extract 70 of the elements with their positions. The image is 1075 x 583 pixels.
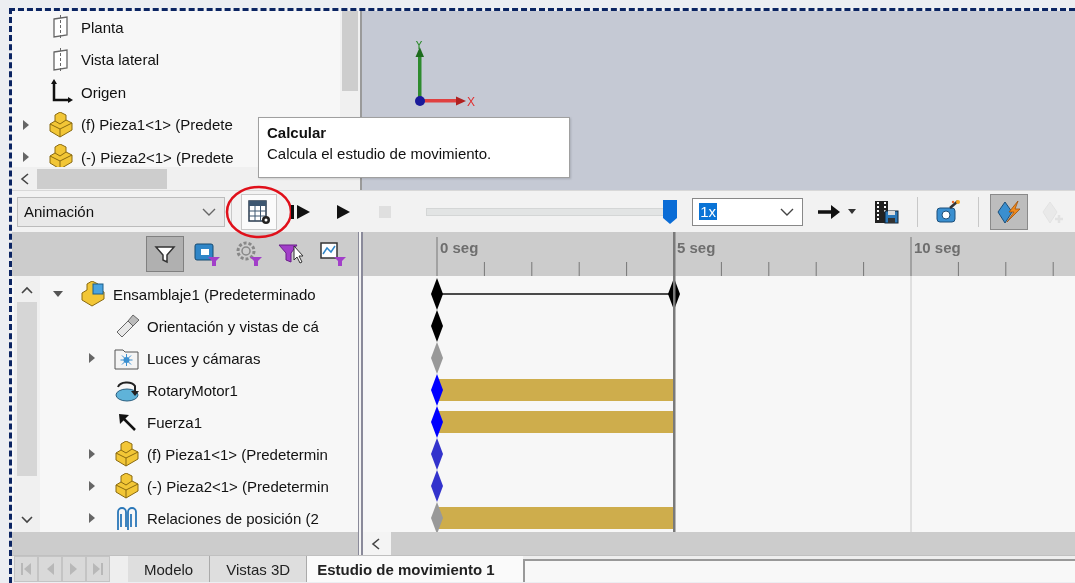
tree-item-label[interactable]: RotaryMotor1	[147, 381, 238, 399]
axis-triad-drawing: Y X	[412, 41, 482, 113]
tab[interactable]: Vistas 3D	[210, 556, 308, 582]
tab[interactable]: Estudio de movimiento 1	[307, 556, 523, 582]
slider-thumb[interactable]	[662, 198, 679, 225]
expand-arrow-icon[interactable]	[87, 481, 97, 491]
expand-arrow-icon[interactable]	[22, 119, 30, 130]
tree-item-label[interactable]: (f) Pieza1<1> (Predetermin	[147, 445, 328, 463]
tree-item-label[interactable]: (-) Pieza2<1> (Predetermin	[147, 477, 329, 495]
scroll-down-icon[interactable]	[21, 516, 33, 524]
part-icon	[48, 111, 74, 138]
scroll-up-icon[interactable]	[21, 286, 33, 294]
table-gear-icon	[246, 198, 271, 225]
gear-funnel-icon	[235, 240, 263, 268]
filter-button[interactable]	[146, 236, 184, 272]
scroll-left-icon[interactable]	[20, 172, 30, 185]
caret-icon[interactable]	[848, 209, 857, 214]
part-icon	[114, 473, 140, 499]
camera-wand-icon	[935, 198, 962, 225]
vertical-scrollbar[interactable]	[14, 276, 40, 532]
tree-item-label[interactable]: (f) Pieza1<1> (Predete	[81, 116, 233, 134]
collapse-arrow-icon[interactable]	[53, 289, 63, 299]
tree-item-label[interactable]: (-) Pieza2<1> (Predete	[81, 148, 234, 166]
tree-item-label[interactable]: Luces y cámaras	[147, 349, 261, 367]
part-icon	[48, 144, 74, 167]
time-cursor[interactable]	[673, 232, 676, 532]
tooltip-title: Calcular	[267, 124, 328, 141]
tree-item-label[interactable]: Fuerza1	[147, 413, 203, 431]
expand-arrow-icon[interactable]	[87, 353, 97, 363]
tree-item-label[interactable]: Origen	[81, 83, 127, 101]
tree-item-label[interactable]: Relaciones de posición (2	[147, 509, 319, 527]
tab[interactable]: Modelo	[128, 556, 211, 582]
diamond-lightning-icon	[996, 198, 1022, 225]
flashlight-icon	[114, 313, 140, 339]
chart-funnel-icon	[319, 240, 347, 268]
chevron-down-icon	[201, 207, 216, 216]
horizontal-scrollbar[interactable]	[12, 532, 358, 555]
chevron-down-icon	[780, 207, 795, 216]
paperclip-icon	[114, 505, 140, 531]
key-point[interactable]	[431, 374, 443, 406]
expand-arrow-icon[interactable]	[87, 513, 97, 523]
film-disk-icon	[874, 198, 901, 225]
autokey-button[interactable]	[990, 193, 1028, 230]
study-type-dropdown[interactable]: Animación	[17, 196, 225, 227]
expand-arrow-icon[interactable]	[22, 152, 30, 163]
part-icon	[114, 441, 140, 467]
key-point[interactable]	[431, 310, 443, 342]
expand-arrow-icon[interactable]	[87, 449, 97, 459]
origin-axes-icon	[48, 79, 74, 106]
key-point[interactable]	[431, 438, 443, 470]
tree-item-label[interactable]: Vista lateral	[81, 51, 160, 69]
assembly-icon	[80, 281, 106, 307]
key-point[interactable]	[431, 406, 443, 438]
timeline-scrollbar[interactable]	[363, 532, 1075, 555]
key-point[interactable]	[431, 470, 443, 502]
time-label: 5 seg	[677, 239, 716, 256]
pane-splitter[interactable]	[358, 532, 363, 555]
time-label: 0 seg	[440, 239, 479, 256]
speed-dropdown[interactable]: 1x	[692, 197, 804, 226]
calculate-button[interactable]	[240, 193, 277, 230]
time-label: 10 seg	[914, 239, 961, 256]
camera-funnel-icon	[193, 240, 221, 268]
tree-item-label[interactable]: Orientación y vistas de cá	[147, 317, 319, 335]
tree-item-label[interactable]: Planta	[81, 18, 124, 36]
key-point[interactable]	[431, 278, 443, 310]
tooltip-text: Calcula el estudio de movimiento.	[267, 145, 493, 162]
scroll-left-icon[interactable]	[371, 537, 381, 550]
tree-item-label[interactable]: Ensamblaje1 (Predeterminado	[113, 285, 316, 303]
left-triangle-icon	[20, 562, 32, 576]
right-triangle-icon	[92, 562, 104, 576]
